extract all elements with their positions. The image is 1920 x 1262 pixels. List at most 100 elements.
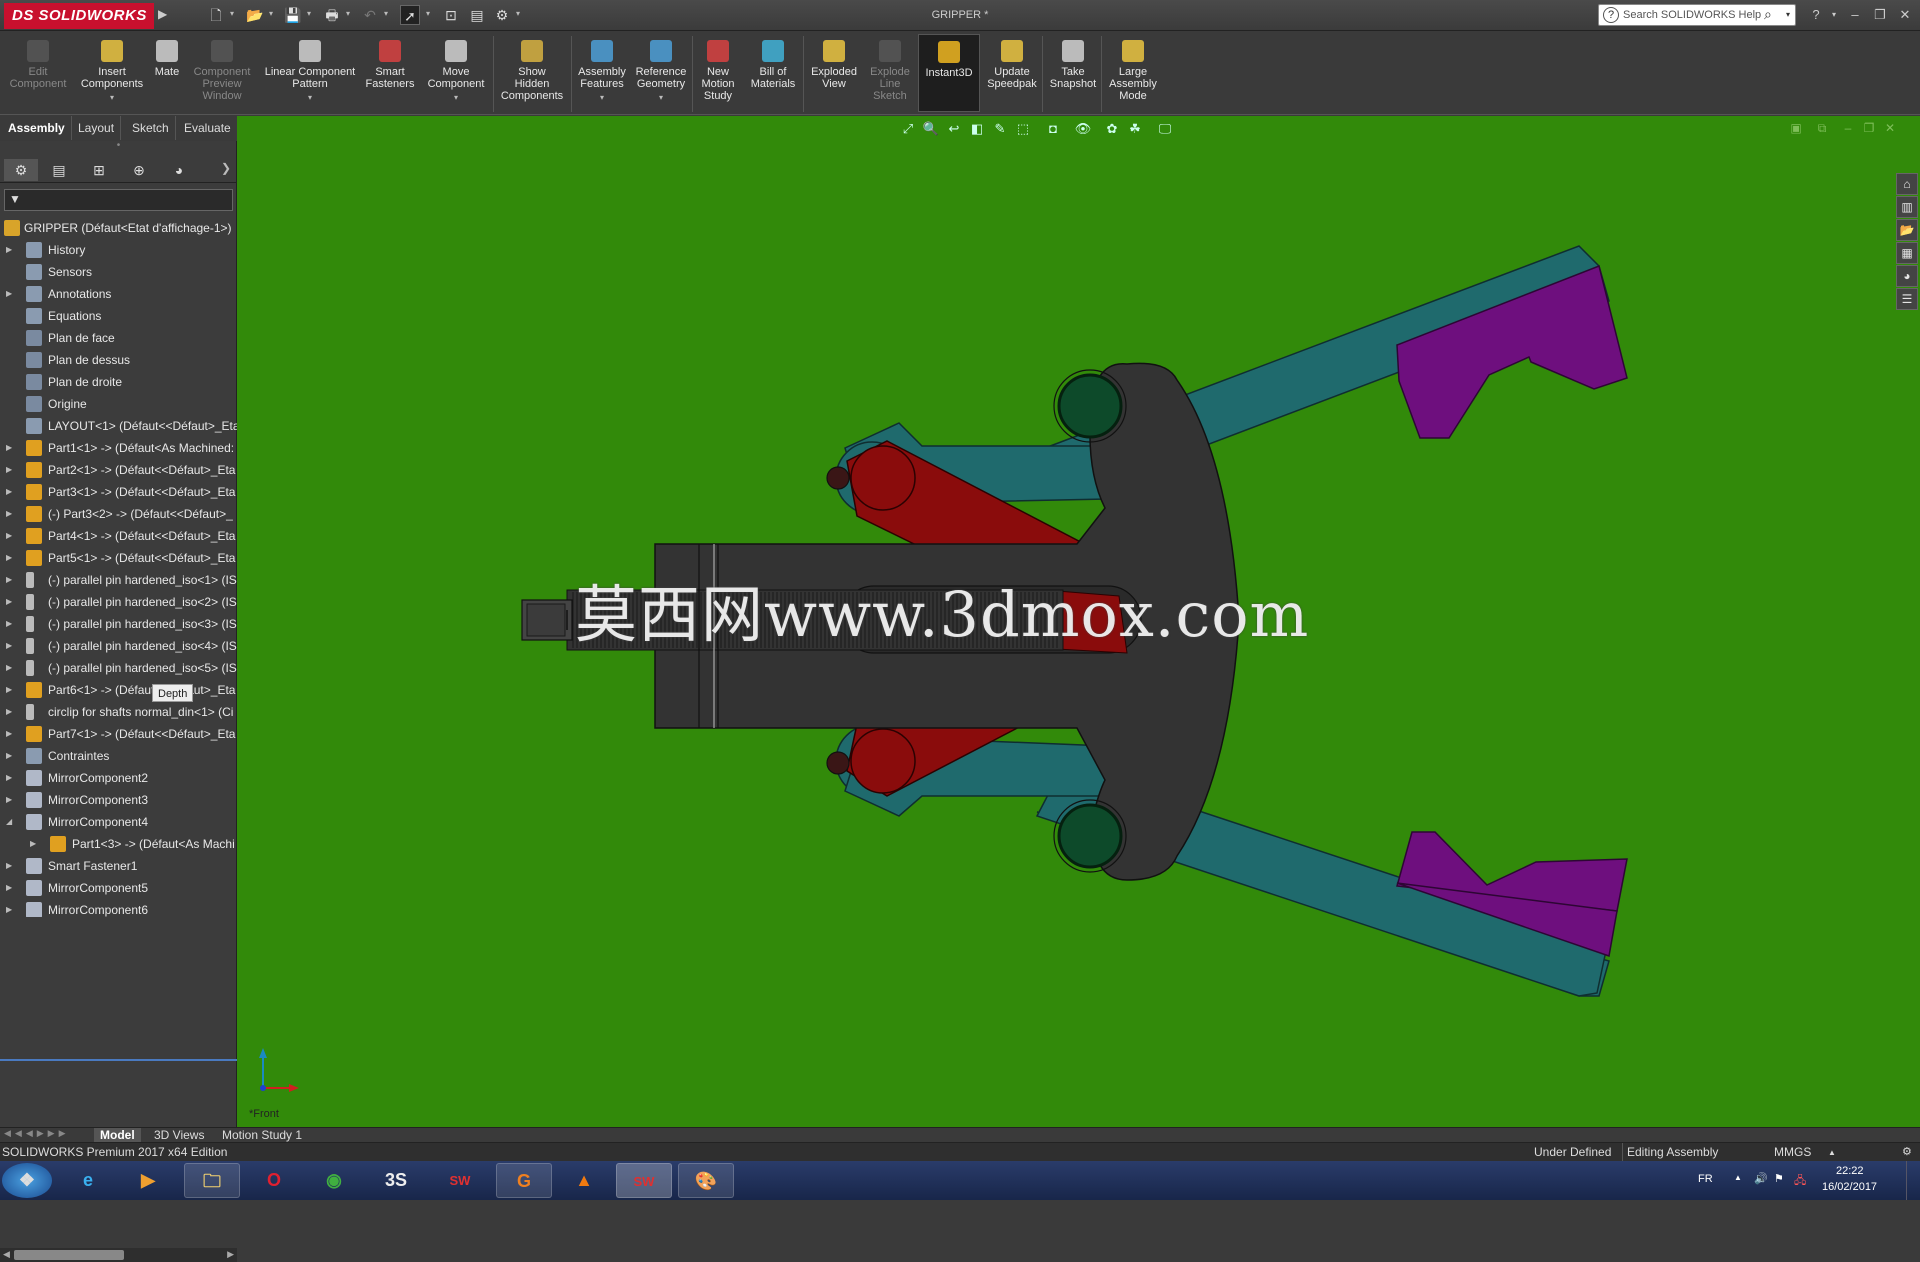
tab-layout[interactable]: Layout: [72, 116, 122, 140]
upper-red-link-end[interactable]: [850, 445, 916, 511]
solidworks-3ds-icon[interactable]: 3S: [368, 1163, 424, 1198]
tree-item[interactable]: ▶ (-) Part3<2> -> (Défaut<<Défaut>_: [0, 503, 237, 525]
help-icon[interactable]: ?: [1806, 5, 1826, 25]
graphics-area[interactable]: ⤢ 🔍 ↩ ◧ ✎ ⬚ ◘ 👁 ✿ ☘ 🖵 ▣ ⧉ – ❐ ✕ 莫西网www.3…: [237, 116, 1920, 1127]
configuration-manager-tab-icon[interactable]: ⊞: [82, 159, 116, 181]
ribbon-button-large-assembly[interactable]: Large Assembly Mode: [1102, 34, 1164, 112]
menu-flyout-arrow-icon[interactable]: ▶: [158, 7, 170, 23]
paint-icon[interactable]: 🎨: [678, 1163, 734, 1198]
collapse-arrow-icon[interactable]: ◢: [6, 811, 16, 833]
undo-icon[interactable]: ↶: [360, 5, 380, 25]
tree-item[interactable]: ▶ Part1<1> -> (Défaut<As Machined:: [0, 437, 237, 459]
expand-arrow-icon[interactable]: ▶: [6, 679, 16, 701]
tree-item[interactable]: ▶ History: [0, 239, 237, 261]
expand-arrow-icon[interactable]: ▶: [6, 459, 16, 481]
tree-item[interactable]: ▶ (-) parallel pin hardened_iso<1> (IS: [0, 569, 237, 591]
expand-arrow-icon[interactable]: ▶: [6, 283, 16, 305]
lower-pivot-hole[interactable]: [1057, 803, 1123, 869]
clock-time[interactable]: 22:22: [1836, 1165, 1864, 1177]
search-icon[interactable]: ⌕: [1764, 6, 1772, 23]
appearances-icon[interactable]: ◕: [1896, 265, 1918, 287]
bottom-tab-motion-study-1[interactable]: Motion Study 1: [216, 1128, 308, 1143]
unit-system-status[interactable]: MMGS: [1774, 1143, 1811, 1162]
upper-pivot-hole[interactable]: [1057, 373, 1123, 439]
more-tabs-chevron-icon[interactable]: ❯: [221, 161, 231, 175]
scroll-right-icon[interactable]: ▶: [227, 1249, 234, 1260]
expand-arrow-icon[interactable]: ▶: [6, 503, 16, 525]
show-desktop-button[interactable]: [1906, 1161, 1920, 1200]
network-icon[interactable]: 🖧: [1794, 1172, 1806, 1191]
open-folder-icon[interactable]: 📂: [245, 5, 265, 25]
units-dropdown-icon[interactable]: ▲: [1828, 1143, 1836, 1162]
expand-arrow-icon[interactable]: ▶: [6, 569, 16, 591]
tab-sketch[interactable]: Sketch: [126, 116, 176, 140]
undo-dropdown-icon[interactable]: ▾: [384, 9, 392, 18]
tree-item[interactable]: ▶ Part4<1> -> (Défaut<<Défaut>_Eta: [0, 525, 237, 547]
help-dropdown-icon[interactable]: ▾: [1824, 5, 1844, 25]
ribbon-button-assembly-features[interactable]: Assembly Features ▾: [574, 34, 630, 112]
chevron-down-icon[interactable]: ▾: [260, 92, 360, 104]
file-explorer-icon[interactable]: 🗀: [184, 1163, 240, 1198]
expand-arrow-icon[interactable]: ▶: [6, 635, 16, 657]
home-icon[interactable]: ⌂: [1896, 173, 1918, 195]
tab-evaluate[interactable]: Evaluate: [178, 116, 238, 140]
expand-arrow-icon[interactable]: ▶: [6, 481, 16, 503]
tree-item[interactable]: ▶ Contraintes: [0, 745, 237, 767]
chrome-icon[interactable]: ◉: [306, 1163, 362, 1198]
expand-arrow-icon[interactable]: ▶: [6, 855, 16, 877]
ribbon-button-snapshot[interactable]: Take Snapshot: [1044, 34, 1102, 112]
tree-item[interactable]: ▶ Part7<1> -> (Défaut<<Défaut>_Eta: [0, 723, 237, 745]
restore-icon[interactable]: ❐: [1870, 5, 1890, 25]
opera-icon[interactable]: O: [246, 1163, 302, 1198]
tree-item[interactable]: ▶ Annotations: [0, 283, 237, 305]
tree-root-gripper[interactable]: GRIPPER (Défaut<Etat d'affichage-1>): [0, 217, 237, 239]
ribbon-button-speedpak[interactable]: Update Speedpak: [982, 34, 1042, 112]
tree-item[interactable]: Origine: [0, 393, 237, 415]
screw-shaft-head[interactable]: [526, 603, 566, 637]
traffic-light-icon[interactable]: ⊡: [441, 5, 461, 25]
file-explorer-icon[interactable]: 📂: [1896, 219, 1918, 241]
select-dropdown-icon[interactable]: ▾: [426, 9, 434, 18]
expand-arrow-icon[interactable]: ▶: [6, 899, 16, 917]
ribbon-button-instant3d[interactable]: Instant3D: [918, 34, 980, 112]
scroll-left-icon[interactable]: ◀: [3, 1249, 10, 1260]
bottom-tab-model[interactable]: Model: [94, 1128, 141, 1143]
print-icon[interactable]: 🖶: [322, 5, 342, 25]
geogebra-icon[interactable]: G: [496, 1163, 552, 1198]
ribbon-button-insert-components[interactable]: Insert Components ▾: [74, 34, 150, 112]
custom-properties-icon[interactable]: ☰: [1896, 288, 1918, 310]
tree-item[interactable]: ▶ Part6<1> -> (Défaut<<Défaut>_Eta: [0, 679, 237, 701]
chevron-down-icon[interactable]: ▾: [630, 92, 692, 104]
solidworks-logo[interactable]: DS SOLIDWORKS: [4, 3, 154, 29]
ribbon-button-component-preview[interactable]: Component Preview Window: [184, 34, 260, 112]
tree-item[interactable]: Plan de dessus: [0, 349, 237, 371]
dimxpert-manager-tab-icon[interactable]: ⊕: [122, 159, 156, 181]
close-icon[interactable]: ✕: [1895, 5, 1915, 25]
expand-arrow-icon[interactable]: ▶: [6, 547, 16, 569]
expand-arrow-icon[interactable]: ▶: [6, 767, 16, 789]
select-pointer-icon[interactable]: ➚: [400, 5, 420, 25]
tree-item[interactable]: ▶ MirrorComponent3: [0, 789, 237, 811]
open-dropdown-icon[interactable]: ▾: [269, 9, 277, 18]
upper-pin[interactable]: [826, 466, 850, 490]
tab-assembly[interactable]: Assembly: [2, 116, 72, 140]
tree-item[interactable]: ▶ Part3<1> -> (Défaut<<Défaut>_Eta: [0, 481, 237, 503]
ribbon-button-smart-fasteners[interactable]: Smart Fasteners: [360, 34, 420, 112]
chevron-down-icon[interactable]: ▾: [74, 92, 150, 104]
scroll-thumb[interactable]: [14, 1250, 124, 1260]
tree-item[interactable]: ▶ Part2<1> -> (Défaut<<Défaut>_Eta: [0, 459, 237, 481]
ribbon-button-motion-study[interactable]: New Motion Study: [694, 34, 742, 112]
expand-arrow-icon[interactable]: ▶: [30, 833, 40, 855]
tab-scroll-arrows-icon[interactable]: ◀◀◀▶▶▶: [4, 1128, 70, 1139]
save-dropdown-icon[interactable]: ▾: [307, 9, 315, 18]
tree-item[interactable]: ▶ Smart Fastener1: [0, 855, 237, 877]
ribbon-button-show-hidden[interactable]: Show Hidden Components: [496, 34, 568, 112]
tree-item[interactable]: ◢ MirrorComponent4: [0, 811, 237, 833]
expand-arrow-icon[interactable]: ▶: [6, 657, 16, 679]
ribbon-button-move-component[interactable]: Move Component ▾: [420, 34, 492, 112]
tree-item[interactable]: ▶ (-) parallel pin hardened_iso<5> (IS: [0, 657, 237, 679]
media-player-icon[interactable]: ▶: [120, 1163, 176, 1198]
tree-item[interactable]: Sensors: [0, 261, 237, 283]
tree-item[interactable]: LAYOUT<1> (Défaut<<Défaut>_Eta: [0, 415, 237, 437]
expand-arrow-icon[interactable]: ▶: [6, 525, 16, 547]
